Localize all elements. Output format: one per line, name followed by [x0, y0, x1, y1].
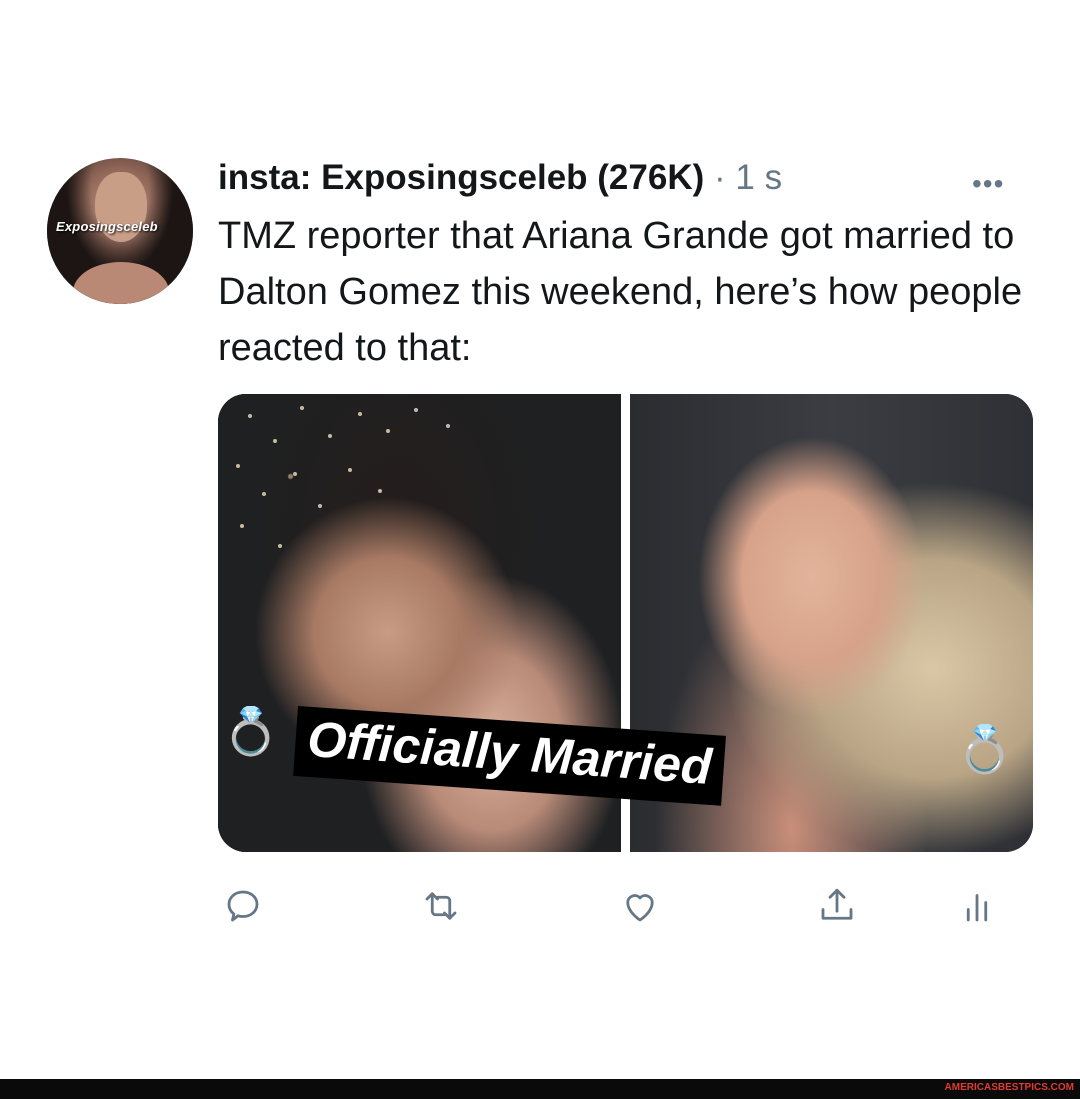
- ring-icon: 💍: [222, 705, 280, 757]
- header-separator: ·: [714, 158, 726, 197]
- tweet-page: Exposingsceleb insta: Exposingsceleb (27…: [0, 0, 1080, 1099]
- comment-icon[interactable]: [219, 882, 267, 930]
- tweet-media[interactable]: 💍 Officially Married 💍: [218, 394, 1033, 852]
- share-icon[interactable]: [813, 882, 861, 930]
- bottom-bar: AMERICASBESTPICS.COM: [0, 1079, 1080, 1099]
- analytics-icon[interactable]: [953, 882, 1001, 930]
- tweet-text: TMZ reporter that Ariana Grande got marr…: [218, 215, 1023, 369]
- site-watermark: AMERICASBESTPICS.COM: [944, 1082, 1074, 1093]
- retweet-icon[interactable]: [417, 882, 465, 930]
- more-horizontal-icon[interactable]: •••: [972, 168, 1004, 200]
- ring-icon: 💍: [956, 723, 1014, 775]
- avatar-watermark-label: Exposingsceleb: [56, 219, 158, 234]
- tweet-header: insta: Exposingsceleb (276K) · 1 s: [218, 158, 782, 198]
- heart-icon[interactable]: [616, 882, 664, 930]
- timestamp[interactable]: 1 s: [735, 158, 782, 197]
- author-handle[interactable]: insta: Exposingsceleb (276K): [218, 158, 704, 197]
